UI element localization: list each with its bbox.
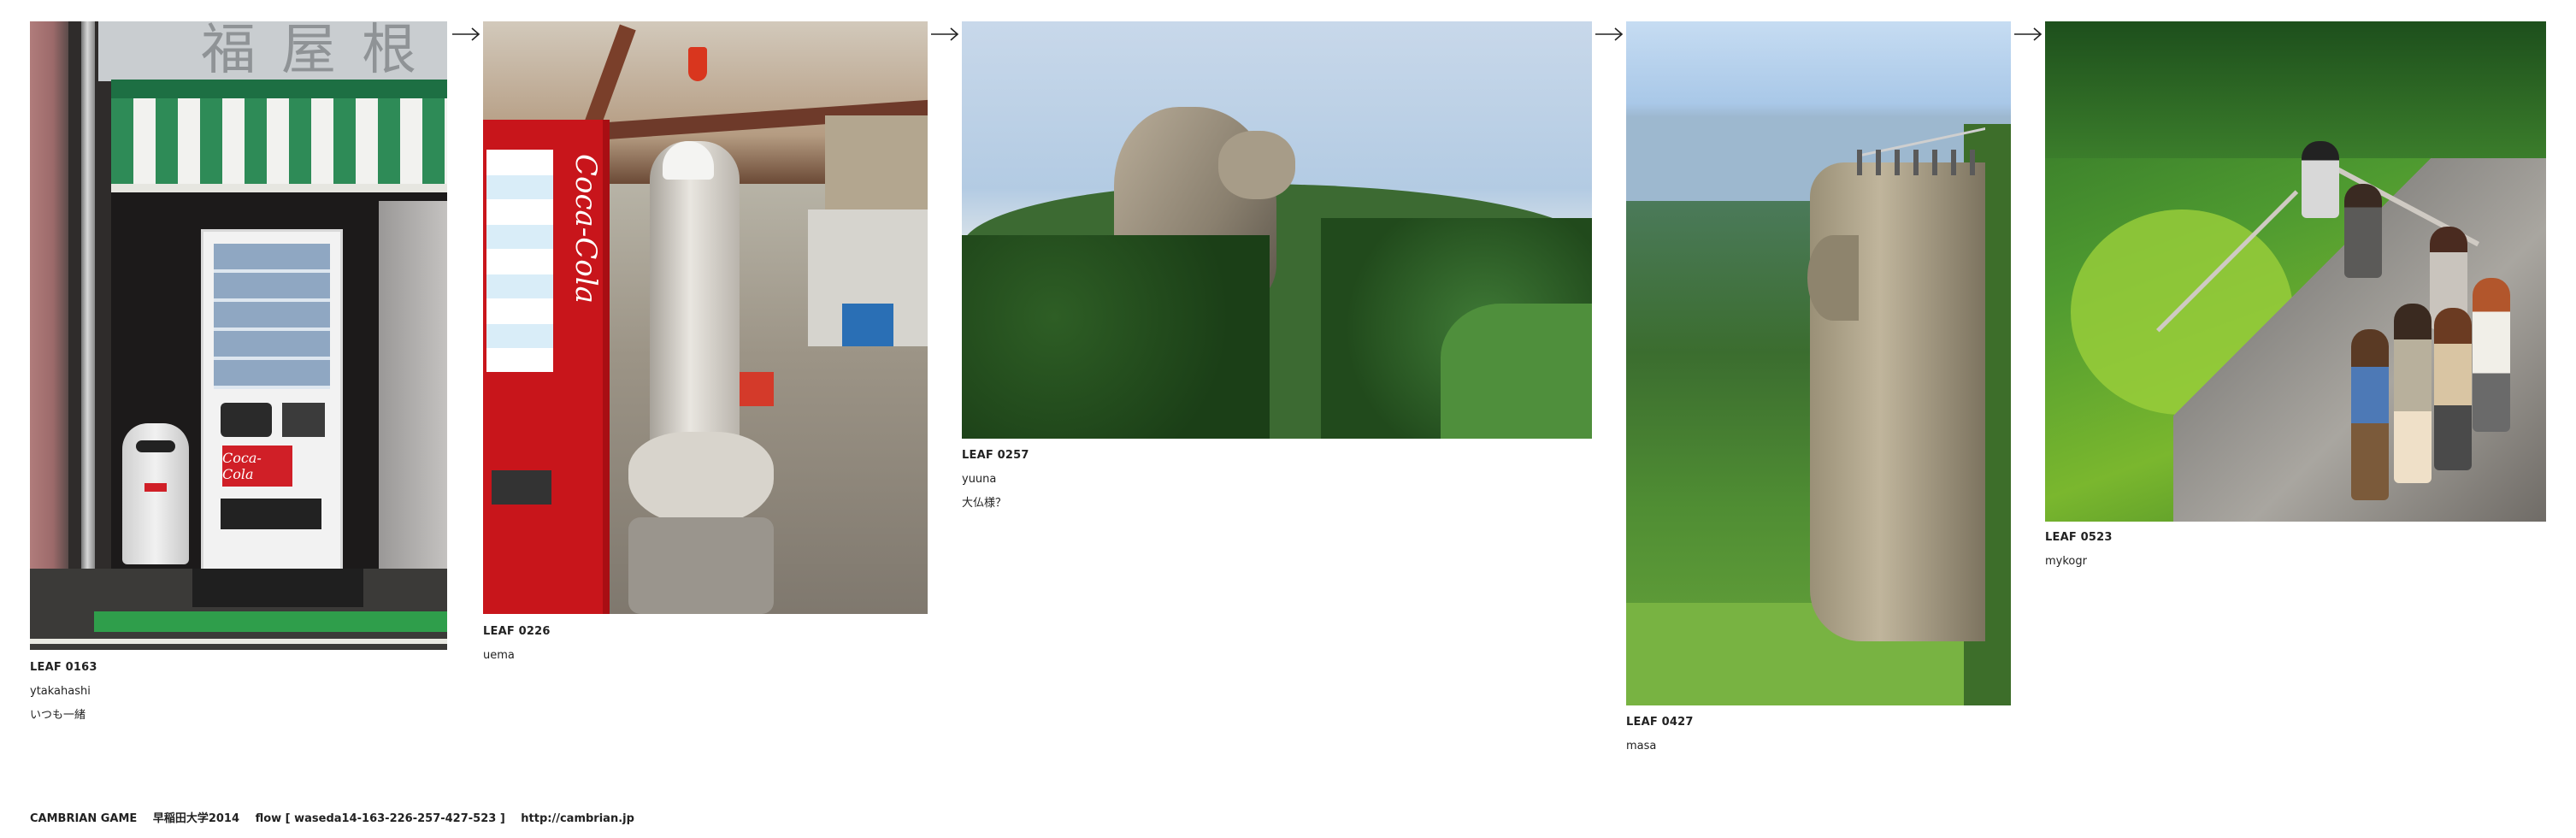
right-arrow-icon (451, 26, 480, 43)
leaf-photo-0427[interactable] (1626, 21, 2011, 705)
vending-machine: Coca-Cola (201, 229, 343, 572)
footer-link[interactable]: http://cambrian.jp (521, 812, 634, 825)
footer-flow: flow [ waseda14-163-226-257-427-523 ] (255, 812, 505, 825)
leaf-caption: LEAF 0163 ytakahashi いつも一緒 (30, 656, 97, 728)
leaf-photo-0163[interactable]: 福屋根 Coca-Cola (30, 21, 447, 650)
leaf-photo-0257[interactable] (962, 21, 1592, 439)
footer-game-title: CAMBRIAN GAME (30, 812, 138, 825)
leaf-id[interactable]: LEAF 0163 (30, 656, 97, 680)
leaf-photo-0523[interactable] (2045, 21, 2546, 522)
leaf-caption: LEAF 0427 masa (1626, 711, 1694, 758)
leaf-user: mykogr (2045, 555, 2087, 568)
footer: CAMBRIAN GAME 早稲田大学2014 flow [ waseda14-… (30, 809, 634, 825)
right-arrow-icon (2013, 26, 2043, 43)
leaf-caption: LEAF 0257 yuuna 大仏様？ (962, 444, 1029, 516)
shop-sign: 福屋根 (98, 21, 447, 82)
jizo-statue (650, 141, 740, 466)
leaf-id[interactable]: LEAF 0523 (2045, 526, 2113, 550)
recycle-bin (122, 423, 189, 564)
brand-logo: Coca-Cola (569, 154, 603, 304)
vending-machine: Coca-Cola (483, 120, 610, 614)
right-arrow-icon (1595, 26, 1624, 43)
leaf-id[interactable]: LEAF 0427 (1626, 711, 1694, 735)
leaf-user: uema (483, 649, 515, 662)
leaf-user: ytakahashi (30, 685, 91, 698)
shop-sign-text: 福屋根 (201, 21, 442, 82)
leaf-id[interactable]: LEAF 0257 (962, 444, 1029, 468)
leaf-caption: LEAF 0226 uema (483, 620, 551, 668)
footer-school: 早稲田大学2014 (152, 812, 240, 825)
leaf-user: yuuna (962, 473, 997, 486)
leaf-comment: 大仏様？ (962, 497, 1007, 510)
cliff-overlook (1810, 162, 1985, 641)
leaf-id[interactable]: LEAF 0226 (483, 620, 551, 644)
brand-logo: Coca-Cola (222, 446, 292, 487)
leaf-caption: LEAF 0523 mykogr (2045, 526, 2113, 574)
leaf-comment: いつも一緒 (30, 709, 86, 722)
leaf-user: masa (1626, 740, 1657, 752)
leaf-photo-0226[interactable]: Coca-Cola (483, 21, 928, 614)
right-arrow-icon (930, 26, 959, 43)
